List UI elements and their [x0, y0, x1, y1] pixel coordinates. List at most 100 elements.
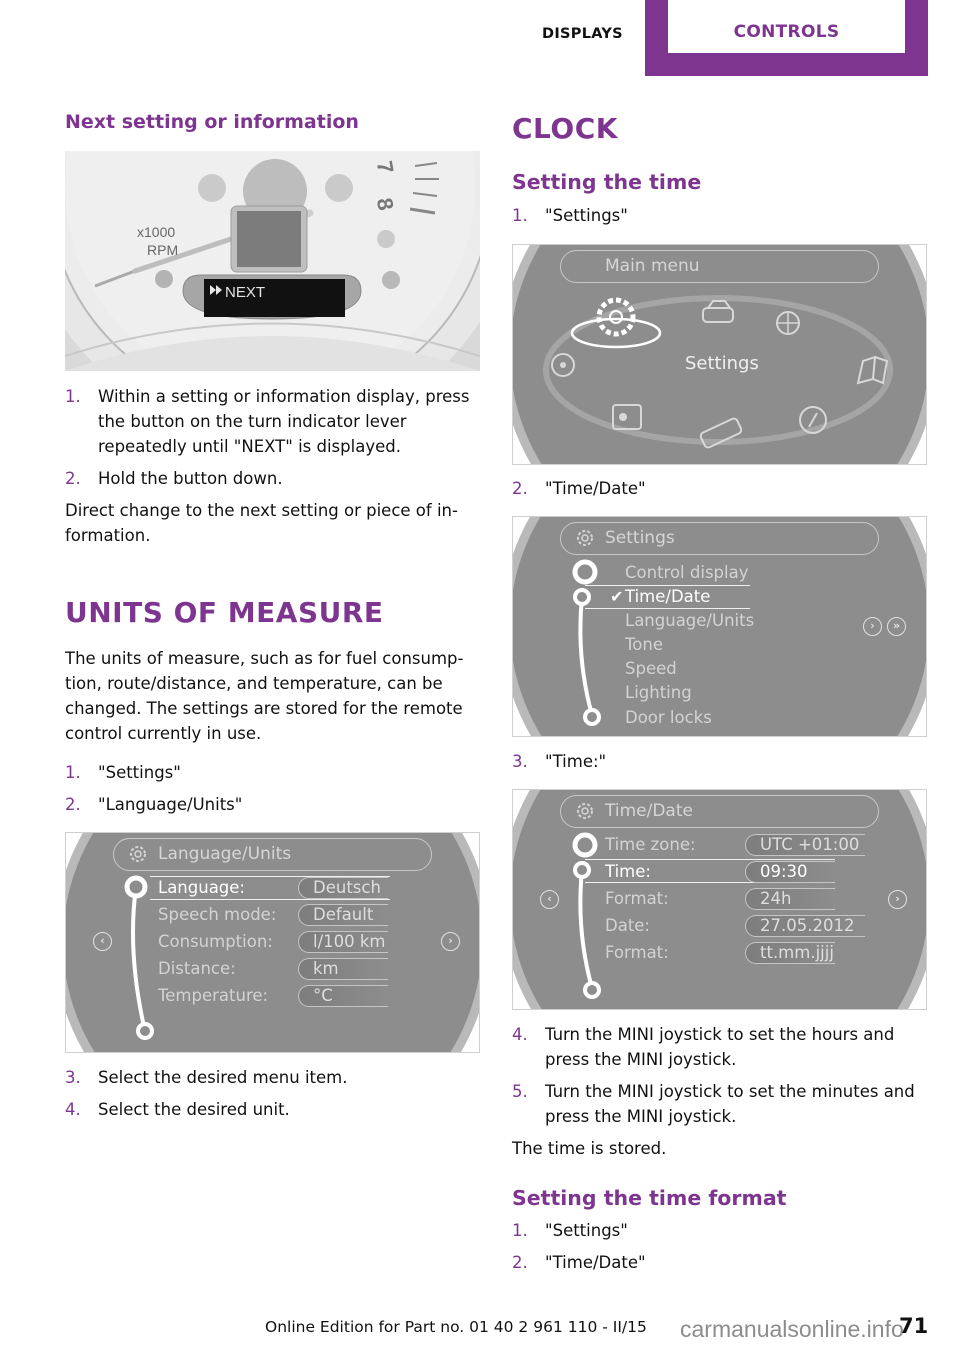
menu-item-speed[interactable]: Speed [625, 658, 677, 680]
list-item: 2. "Time/Date" [512, 476, 932, 501]
gear-icon [577, 530, 593, 546]
step-number: 5. [512, 1082, 528, 1101]
instrument-cluster-figure: x1000 RPM 7 8 NEXT [65, 151, 480, 371]
value-distance: km [298, 958, 388, 980]
step-number: 1. [512, 1221, 528, 1240]
rpm-multiplier-label: x1000 [137, 224, 175, 240]
menu-row-distance[interactable]: Distance: [158, 958, 236, 980]
step-text: "Time/Date" [545, 479, 646, 498]
menu-row-date-format[interactable]: Format: [605, 942, 669, 964]
page-number: 71 [899, 1314, 929, 1338]
step-number: 4. [512, 1025, 528, 1044]
list-item: 1. "Settings" [65, 760, 485, 785]
menu-row-time[interactable]: Time: [605, 861, 651, 883]
step-number: 2. [512, 479, 528, 498]
menu-item-tone[interactable]: Tone [625, 634, 663, 656]
watermark: carmanualsonline.info [680, 1316, 904, 1342]
step-text: "Settings" [545, 1221, 628, 1240]
time-format-heading: Setting the time format [512, 1186, 787, 1210]
forward-arrow-icon[interactable]: › [863, 617, 882, 636]
list-item: 2. Hold the button down. [65, 466, 485, 491]
section-label: DISPLAYS [542, 26, 623, 42]
step-text: "Settings" [98, 763, 181, 782]
settings-screen: Settings › » Control display ✔ Time/Date… [512, 516, 927, 737]
screen-title: Language/Units [158, 844, 292, 864]
step-number: 2. [512, 1253, 528, 1272]
chapter-tab-label: CONTROLS [668, 0, 905, 53]
list-item: 4. Turn the MINI joystick to set the hou… [512, 1022, 932, 1072]
value-temperature: °C [298, 985, 388, 1007]
gear-icon [130, 846, 146, 862]
check-icon: ✔ [610, 587, 624, 606]
list-item: 1. "Settings" [512, 1218, 932, 1243]
display-next-text: NEXT [225, 284, 265, 301]
value-time: 09:30 [745, 861, 835, 883]
screen-title: Time/Date [605, 801, 693, 821]
units-heading: UNITS OF MEASURE [65, 596, 384, 629]
list-item: 1. "Settings" [512, 203, 932, 228]
screen-title-bar: Time/Date [560, 795, 879, 828]
step-number: 2. [65, 469, 81, 488]
step-text: Turn the MINI joystick to set the minute… [545, 1082, 915, 1126]
menu-row-speech-mode[interactable]: Speech mode: [158, 904, 276, 926]
menu-item-time-date[interactable]: Time/Date [625, 586, 710, 608]
language-units-screen: Language/Units ‹ › Language: Deutsch Spe… [65, 832, 480, 1053]
list-item: 3. Select the desired menu item. [65, 1065, 485, 1090]
vehicle-info-icon [702, 300, 734, 323]
step-number: 1. [65, 763, 81, 782]
forward-arrow-icon[interactable]: › [441, 932, 460, 951]
next-setting-note: Direct change to the next setting or pie… [65, 501, 458, 545]
time-stored-note: The time is stored. [512, 1139, 667, 1158]
menu-item-control-display[interactable]: Control display [625, 562, 748, 584]
next-setting-heading: Next setting or information [65, 111, 359, 133]
scroll-rail[interactable] [568, 830, 608, 1000]
menu-row-language[interactable]: Language: [158, 877, 245, 899]
time-date-screen: Time/Date ‹ › Time zone: UTC +01:00 Time… [512, 789, 927, 1010]
back-arrow-icon[interactable]: ‹ [540, 890, 559, 909]
step-text: Select the desired menu item. [98, 1068, 348, 1087]
menu-item-language-units[interactable]: Language/Units [625, 610, 754, 632]
value-time-zone: UTC +01:00 [745, 834, 865, 856]
edition-footer: Online Edition for Part no. 01 40 2 961 … [265, 1318, 647, 1336]
step-number: 2. [65, 795, 81, 814]
step-text: "Language/Units" [98, 795, 243, 814]
menu-row-format[interactable]: Format: [605, 888, 669, 910]
menu-item-lighting[interactable]: Lighting [625, 682, 692, 704]
list-item: 3. "Time:" [512, 749, 932, 774]
value-time-format: 24h [745, 888, 835, 910]
setting-time-heading: Setting the time [512, 170, 702, 194]
step-text: Within a setting or information display,… [98, 387, 470, 456]
value-date: 27.05.2012 [745, 915, 865, 937]
main-menu-screen: Main menu Settings [512, 244, 927, 465]
step-number: 3. [65, 1068, 81, 1087]
menu-row-date[interactable]: Date: [605, 915, 650, 937]
menu-item-door-locks[interactable]: Door locks [625, 707, 712, 729]
media-cd-icon [551, 353, 575, 377]
chapter-tab[interactable]: CONTROLS [645, 0, 928, 76]
screen-title: Settings [605, 528, 675, 548]
screen-title-bar: Settings [560, 522, 879, 555]
step-number: 4. [65, 1100, 81, 1119]
carousel-selected-label: Settings [685, 353, 759, 374]
enter-arrow-icon[interactable]: » [887, 617, 906, 636]
menu-row-temperature[interactable]: Temperature: [158, 985, 268, 1007]
menu-row-time-zone[interactable]: Time zone: [605, 834, 696, 856]
list-item: 5. Turn the MINI joystick to set the min… [512, 1079, 932, 1129]
forward-arrow-icon[interactable]: › [888, 890, 907, 909]
manual-book-icon [856, 355, 889, 385]
step-text: "Settings" [545, 206, 628, 225]
step-text: "Time:" [545, 752, 607, 771]
step-text: Hold the button down. [98, 469, 283, 488]
menu-row-consumption[interactable]: Consumption: [158, 931, 273, 953]
gear-icon [577, 803, 593, 819]
units-intro: The units of measure, such as for fuel c… [65, 649, 464, 743]
value-consumption: l/100 km [298, 931, 388, 953]
clock-heading: CLOCK [512, 112, 618, 145]
list-item: 2. "Time/Date" [512, 1250, 932, 1275]
value-language: Deutsch [298, 877, 388, 899]
step-number: 3. [512, 752, 528, 771]
list-item: 4. Select the desired unit. [65, 1097, 485, 1122]
scroll-rail[interactable] [568, 557, 608, 727]
rpm-label: RPM [147, 242, 178, 258]
back-arrow-icon[interactable]: ‹ [93, 932, 112, 951]
